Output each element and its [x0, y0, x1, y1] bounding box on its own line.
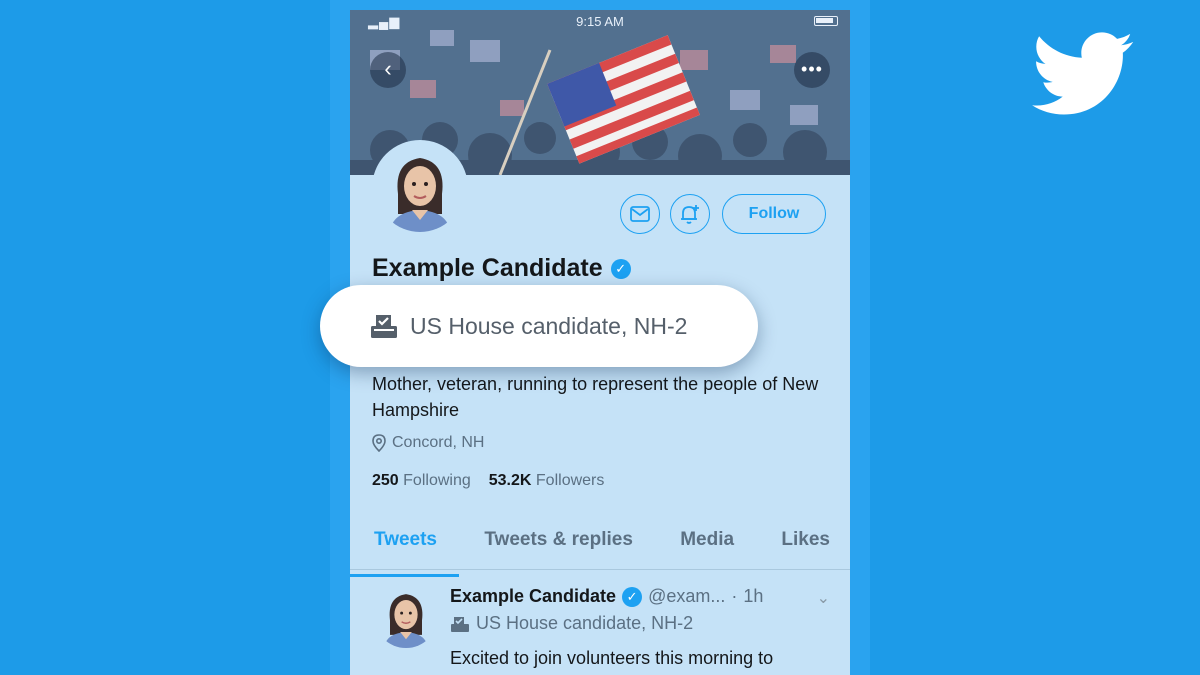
profile-stats: 250 Following 53.2K Followers: [372, 472, 604, 490]
tab-tweets-replies[interactable]: Tweets & replies: [484, 518, 633, 569]
more-icon[interactable]: •••: [794, 52, 830, 88]
location-text: Concord, NH: [392, 434, 485, 451]
twitter-bird-icon: [1032, 32, 1134, 115]
bell-plus-icon: [681, 205, 699, 224]
tab-likes[interactable]: Likes: [781, 518, 830, 569]
tweet-handle: @exam...: [648, 586, 726, 606]
tweet-header: Example Candidate ✓ @exam... · 1h: [450, 586, 763, 607]
following-label: Following: [403, 472, 471, 489]
chevron-down-icon[interactable]: ⌄: [817, 588, 830, 608]
tweet-avatar[interactable]: [374, 584, 438, 648]
tab-media[interactable]: Media: [680, 518, 734, 569]
profile-avatar[interactable]: [372, 140, 468, 236]
envelope-icon: [630, 206, 650, 222]
verified-icon: ✓: [622, 586, 643, 607]
status-bar: ▂▄▆ 9:15 AM: [350, 10, 850, 32]
election-label-callout: US House candidate, NH-2: [320, 285, 758, 367]
tweet-label-text: US House candidate, NH-2: [476, 613, 694, 633]
location-pin-icon: [372, 434, 386, 452]
followers-stat[interactable]: 53.2K Followers: [489, 472, 605, 490]
tab-tweets[interactable]: Tweets: [350, 518, 460, 577]
verified-icon: ✓: [610, 258, 631, 279]
ballot-box-icon: [451, 616, 469, 632]
battery-icon: [814, 16, 838, 26]
profile-tabs: Tweets Tweets & replies Media Likes: [350, 518, 850, 577]
tweet-time: 1h: [743, 586, 764, 606]
followers-label: Followers: [535, 472, 605, 489]
profile-name: Example Candidate: [372, 254, 603, 282]
profile-bio: Mother, veteran, running to represent th…: [372, 374, 819, 420]
tweet-separator: ·: [731, 586, 738, 606]
message-button[interactable]: [620, 194, 660, 234]
status-time: 9:15 AM: [576, 14, 624, 29]
callout-label-text: US House candidate, NH-2: [410, 312, 688, 339]
tweet-author[interactable]: Example Candidate: [450, 586, 616, 607]
notify-button[interactable]: [670, 194, 710, 234]
tweet-election-label: US House candidate, NH-2: [450, 613, 693, 634]
tweet-text: Excited to join volunteers this morning …: [450, 648, 774, 668]
followers-count: 53.2K: [488, 472, 532, 489]
avatar-image: [374, 584, 438, 648]
back-icon[interactable]: ‹: [370, 52, 406, 88]
avatar-image: [376, 144, 464, 232]
following-stat[interactable]: 250 Following: [372, 472, 471, 490]
ballot-box-icon: [371, 315, 397, 338]
following-count: 250: [372, 472, 399, 489]
profile-name-row: Example Candidate ✓: [372, 254, 631, 283]
follow-button[interactable]: Follow: [722, 194, 826, 234]
profile-location: Concord, NH: [372, 434, 484, 452]
